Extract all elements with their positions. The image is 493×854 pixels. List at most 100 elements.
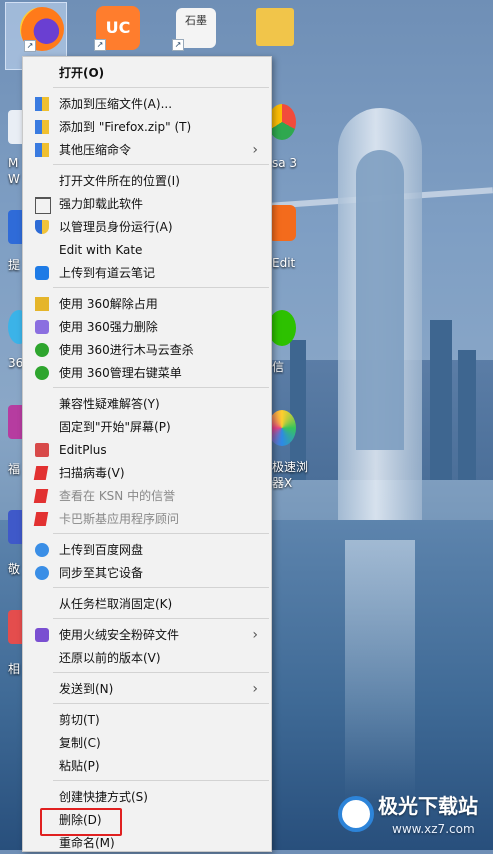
- menu-separator: [53, 533, 269, 534]
- context-menu-item[interactable]: 打开文件所在的位置(I): [24, 170, 268, 192]
- context-menu-item[interactable]: 添加到压缩文件(A)...: [24, 93, 268, 115]
- context-menu-item[interactable]: 同步至其它设备: [24, 562, 268, 584]
- desktop-label-fragment: 器X: [272, 476, 293, 490]
- context-menu-item: 查看在 KSN 中的信誉: [24, 485, 268, 507]
- 360-unlock-icon: [35, 297, 49, 311]
- context-menu-item[interactable]: 以管理员身份运行(A): [24, 216, 268, 238]
- context-menu-item[interactable]: 打开(O): [24, 62, 268, 84]
- desktop-label-fragment: 36: [8, 356, 24, 370]
- context-menu-item: 卡巴斯基应用程序顾问: [24, 508, 268, 530]
- desktop-icon-right-2[interactable]: [268, 205, 296, 241]
- 360-scan-icon: [35, 343, 49, 357]
- context-menu-item[interactable]: 还原以前的版本(V): [24, 647, 268, 669]
- context-menu-item[interactable]: 上传到百度网盘: [24, 539, 268, 561]
- menu-separator: [53, 618, 269, 619]
- context-menu-item[interactable]: 扫描病毒(V): [24, 462, 268, 484]
- zip-icon: [35, 120, 49, 134]
- desktop-label-fragment: 提: [8, 258, 21, 272]
- menu-separator: [53, 387, 269, 388]
- menu-item-label: 兼容性疑难解答(Y): [59, 397, 160, 411]
- desktop-label-fragment: 相: [8, 662, 21, 676]
- shield-icon: [35, 220, 49, 234]
- menu-separator: [53, 703, 269, 704]
- context-menu-item[interactable]: 发送到(N) ›: [24, 678, 268, 700]
- context-menu-item[interactable]: 重命名(M): [24, 832, 268, 854]
- context-menu-item[interactable]: 从任务栏取消固定(K): [24, 593, 268, 615]
- context-menu-item[interactable]: 使用 360进行木马云查杀: [24, 339, 268, 361]
- menu-item-label: 剪切(T): [59, 713, 100, 727]
- context-menu-item[interactable]: 复制(C): [24, 732, 268, 754]
- shortcut-arrow-icon: ↗: [24, 40, 36, 52]
- desktop-label-fragment: 信: [272, 360, 285, 374]
- menu-separator: [53, 87, 269, 88]
- menu-item-label: 使用 360进行木马云查杀: [59, 343, 194, 357]
- kaspersky-icon: [33, 466, 49, 480]
- context-menu-item[interactable]: 添加到 "Firefox.zip" (T): [24, 116, 268, 138]
- youdao-cloud-icon: [35, 266, 49, 280]
- watermark-url: www.xz7.com: [392, 822, 475, 836]
- desktop-label-fragment: W: [8, 172, 20, 186]
- menu-separator: [53, 672, 269, 673]
- context-menu-item[interactable]: 使用火绒安全粉碎文件 ›: [24, 624, 268, 646]
- context-menu-item[interactable]: Edit with Kate: [24, 239, 268, 261]
- submenu-chevron-icon: ›: [252, 627, 258, 643]
- zip-icon: [35, 97, 49, 111]
- submenu-chevron-icon: ›: [252, 681, 258, 697]
- context-menu-item[interactable]: 强力卸载此软件: [24, 193, 268, 215]
- desktop-label-fragment: M: [8, 156, 19, 170]
- submenu-chevron-icon: ›: [252, 142, 258, 158]
- trash-icon: [35, 197, 51, 214]
- menu-item-label: 上传到百度网盘: [59, 543, 144, 557]
- menu-item-label: 使用 360解除占用: [59, 297, 158, 311]
- menu-item-label: 使用火绒安全粉碎文件: [59, 628, 180, 642]
- menu-item-label: EditPlus: [59, 443, 107, 457]
- shortcut-arrow-icon: ↗: [94, 39, 106, 51]
- menu-item-label: Edit with Kate: [59, 243, 143, 257]
- context-menu-item[interactable]: 创建快捷方式(S): [24, 786, 268, 808]
- desktop-icon-right-1[interactable]: [268, 104, 296, 140]
- building: [458, 350, 476, 480]
- menu-item-label: 复制(C): [59, 736, 101, 750]
- menu-separator: [53, 287, 269, 288]
- menu-item-label: 卡巴斯基应用程序顾问: [59, 512, 180, 526]
- context-menu-item[interactable]: 其他压缩命令 ›: [24, 139, 268, 161]
- desktop-label-fragment: 敬: [8, 562, 21, 576]
- context-menu-item[interactable]: 剪切(T): [24, 709, 268, 731]
- context-menu-item[interactable]: 使用 360解除占用: [24, 293, 268, 315]
- menu-item-label: 以管理员身份运行(A): [59, 220, 173, 234]
- menu-item-label: 扫描病毒(V): [59, 466, 125, 480]
- menu-item-label: 从任务栏取消固定(K): [59, 597, 173, 611]
- desktop-label-fragment: 极速浏: [272, 460, 309, 474]
- 360-menu-icon: [35, 366, 49, 380]
- shortcut-arrow-icon: ↗: [172, 39, 184, 51]
- desktop-icon-right-3[interactable]: [268, 310, 296, 346]
- building: [430, 320, 452, 480]
- editplus-icon: [35, 443, 49, 457]
- zip-icon: [35, 143, 49, 157]
- menu-item-label: 还原以前的版本(V): [59, 651, 161, 665]
- kaspersky-icon: [33, 512, 49, 526]
- desktop-label-fragment: 福: [8, 462, 21, 476]
- context-menu-item[interactable]: 固定到"开始"屏幕(P): [24, 416, 268, 438]
- menu-item-label: 其他压缩命令: [59, 143, 132, 157]
- context-menu: 打开(O) 添加到压缩文件(A)... 添加到 "Firefox.zip" (T) 其…: [22, 56, 272, 852]
- baidu-pan-icon: [35, 543, 49, 557]
- menu-item-label: 强力卸载此软件: [59, 197, 144, 211]
- menu-item-label: 创建快捷方式(S): [59, 790, 148, 804]
- menu-item-label: 查看在 KSN 中的信誉: [59, 489, 176, 503]
- context-menu-item[interactable]: EditPlus: [24, 439, 268, 461]
- menu-item-label: 固定到"开始"屏幕(P): [59, 420, 171, 434]
- context-menu-item[interactable]: 上传到有道云笔记: [24, 262, 268, 284]
- context-menu-item[interactable]: 使用 360管理右键菜单: [24, 362, 268, 384]
- menu-item-label: 添加到 "Firefox.zip" (T): [59, 120, 192, 134]
- context-menu-item[interactable]: 粘贴(P): [24, 755, 268, 777]
- context-menu-item[interactable]: 兼容性疑难解答(Y): [24, 393, 268, 415]
- desktop-icon-right-4[interactable]: [268, 410, 296, 446]
- menu-item-label: 添加到压缩文件(A)...: [59, 97, 173, 111]
- menu-item-label: 使用 360强力删除: [59, 320, 158, 334]
- menu-item-label: 同步至其它设备: [59, 566, 144, 580]
- menu-item-label: 使用 360管理右键菜单: [59, 366, 182, 380]
- context-menu-item[interactable]: 使用 360强力删除: [24, 316, 268, 338]
- huorong-icon: [35, 628, 49, 642]
- watermark-title: 极光下载站: [378, 794, 478, 818]
